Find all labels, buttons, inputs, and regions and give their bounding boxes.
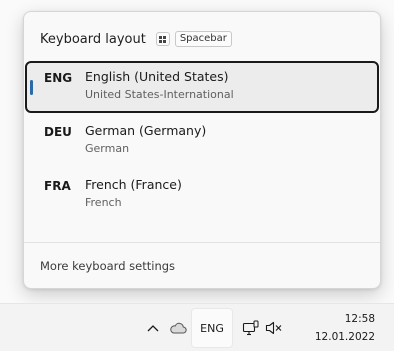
taskbar: ENG 12:58 12.01.2022 <box>0 303 394 351</box>
keyboard-layout-flyout: Keyboard layout Spacebar ENG English (Un… <box>23 11 381 289</box>
windows-key-icon <box>155 32 170 46</box>
selection-indicator <box>30 80 33 95</box>
more-keyboard-settings-link[interactable]: More keyboard settings <box>40 259 175 273</box>
flyout-title: Keyboard layout <box>40 31 146 47</box>
footer-divider <box>24 242 380 243</box>
layout-variant: French <box>85 196 122 209</box>
layout-variant: German <box>85 142 130 155</box>
layout-language: German (Germany) <box>85 123 207 138</box>
layout-code: ENG <box>44 71 73 85</box>
spacebar-key-chip: Spacebar <box>174 31 232 47</box>
taskbar-clock[interactable]: 12:58 12.01.2022 <box>315 312 375 344</box>
layout-code: DEU <box>44 125 72 139</box>
input-indicator-button[interactable]: ENG <box>191 308 233 348</box>
clock-date: 12.01.2022 <box>314 331 375 343</box>
layout-variant: United States-International <box>85 88 234 101</box>
chevron-up-icon[interactable] <box>145 321 161 335</box>
onedrive-cloud-icon[interactable] <box>168 321 188 335</box>
clock-time: 12:58 <box>344 313 375 325</box>
layout-list: ENG English (United States) United State… <box>24 61 380 223</box>
layout-item-deu[interactable]: DEU German (Germany) German <box>25 115 379 167</box>
network-icon[interactable] <box>242 320 260 336</box>
volume-muted-icon[interactable] <box>264 320 284 336</box>
layout-language: English (United States) <box>85 69 229 84</box>
layout-item-fra[interactable]: FRA French (France) French <box>25 169 379 221</box>
flyout-header: Keyboard layout Spacebar <box>40 29 232 49</box>
layout-code: FRA <box>44 179 71 193</box>
layout-language: French (France) <box>85 177 182 192</box>
layout-item-eng[interactable]: ENG English (United States) United State… <box>25 61 379 113</box>
